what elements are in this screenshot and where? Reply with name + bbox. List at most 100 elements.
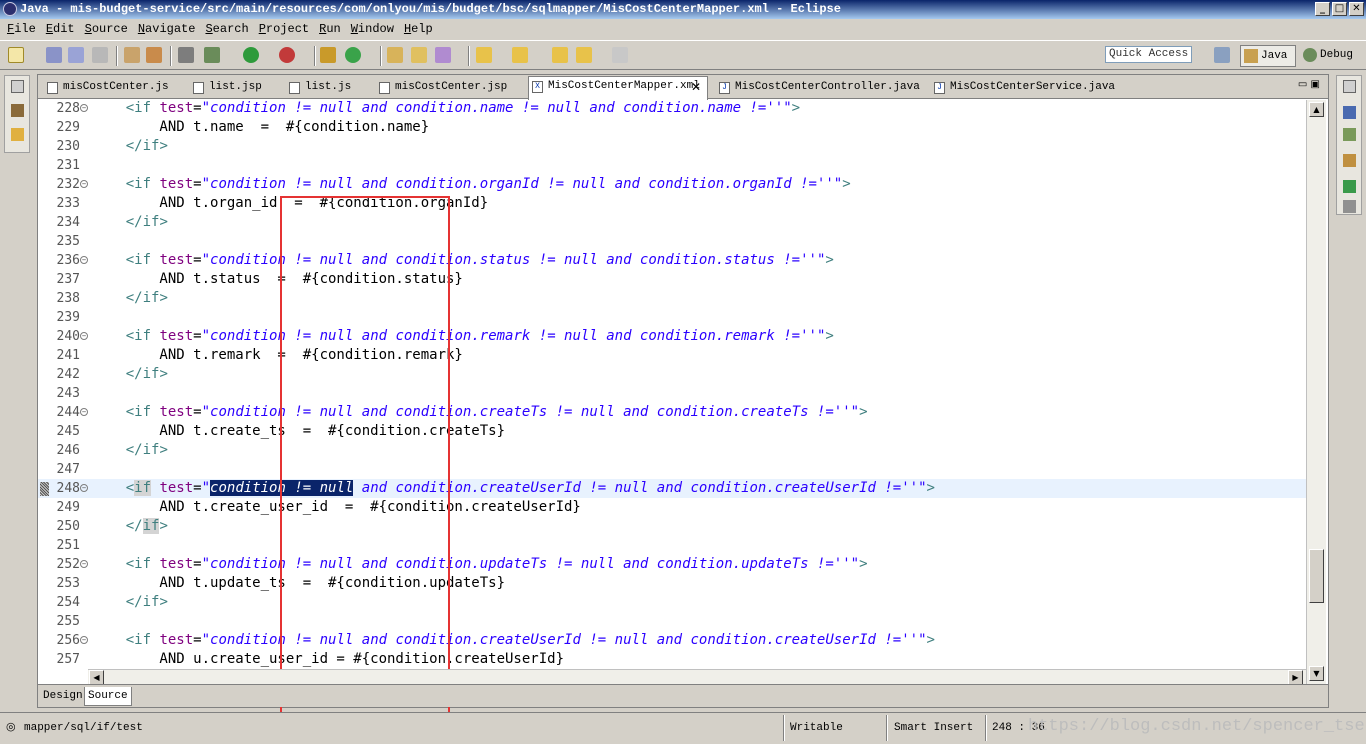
quick-access-input[interactable]: Quick Access xyxy=(1105,46,1192,63)
menu-navigate[interactable]: Navigate xyxy=(133,22,201,36)
settings-icon[interactable] xyxy=(1343,200,1356,213)
code-line[interactable]: 241 AND t.remark = #{condition.remark} xyxy=(38,346,1306,365)
restore-icon[interactable] xyxy=(11,80,24,93)
menu-search[interactable]: Search xyxy=(200,22,253,36)
next-annotation-icon[interactable] xyxy=(476,47,492,63)
scroll-thumb[interactable] xyxy=(1309,549,1324,603)
fold-toggle-icon[interactable]: − xyxy=(80,484,88,492)
code-line[interactable]: 248− <if test="condition != null and con… xyxy=(38,479,1306,498)
navigator-icon[interactable] xyxy=(11,128,24,141)
debug-perspective-button[interactable]: Debug xyxy=(1300,45,1360,67)
code-line[interactable]: 251 xyxy=(38,536,1306,555)
code-line[interactable]: 254 </if> xyxy=(38,593,1306,612)
code-line[interactable]: 253 AND t.update_ts = #{condition.update… xyxy=(38,574,1306,593)
code-line[interactable]: 236− <if test="condition != null and con… xyxy=(38,251,1306,270)
tab-miscostcentercontroller-java[interactable]: J MisCostCenterController.java xyxy=(716,78,920,99)
code-line[interactable]: 234 </if> xyxy=(38,213,1306,232)
scroll-right-icon[interactable]: ▶ xyxy=(1288,670,1303,685)
code-line[interactable]: 249 AND t.create_user_id = #{condition.c… xyxy=(38,498,1306,517)
save-all-icon[interactable] xyxy=(68,47,84,63)
code-line[interactable]: 231 xyxy=(38,156,1306,175)
run-icon[interactable] xyxy=(243,47,259,63)
tab-source[interactable]: Source xyxy=(84,687,132,706)
add-icon[interactable] xyxy=(1343,180,1356,193)
save-icon[interactable] xyxy=(46,47,62,63)
code-line[interactable]: 257 AND u.create_user_id = #{condition.c… xyxy=(38,650,1306,669)
debug-icon[interactable] xyxy=(204,47,220,63)
code-line[interactable]: 240− <if test="condition != null and con… xyxy=(38,327,1306,346)
fold-toggle-icon[interactable]: − xyxy=(80,104,88,112)
open-folder-icon[interactable] xyxy=(411,47,427,63)
code-line[interactable]: 246 </if> xyxy=(38,441,1306,460)
scroll-up-icon[interactable]: ▲ xyxy=(1309,102,1324,117)
code-line[interactable]: 237 AND t.status = #{condition.status} xyxy=(38,270,1306,289)
code-line[interactable]: 255 xyxy=(38,612,1306,631)
code-line[interactable]: 228− <if test="condition != null and con… xyxy=(38,100,1306,118)
code-line[interactable]: 243 xyxy=(38,384,1306,403)
menu-help[interactable]: Help xyxy=(399,22,438,36)
build-icon[interactable] xyxy=(124,47,140,63)
skip-breakpoints-icon[interactable] xyxy=(178,47,194,63)
fold-toggle-icon[interactable]: − xyxy=(80,560,88,568)
tab-miscostcenter-jsp[interactable]: misCostCenter.jsp xyxy=(376,78,516,99)
tab-miscostcenter-js[interactable]: misCostCenter.js xyxy=(44,78,184,99)
code-line[interactable]: 247 xyxy=(38,460,1306,479)
code-line[interactable]: 239 xyxy=(38,308,1306,327)
last-edit-location-icon[interactable] xyxy=(552,47,568,63)
close-button[interactable]: ✕ xyxy=(1349,2,1364,16)
fold-toggle-icon[interactable]: − xyxy=(80,180,88,188)
tab-design[interactable]: Design xyxy=(40,687,86,706)
code-line[interactable]: 242 </if> xyxy=(38,365,1306,384)
tab-list-jsp[interactable]: list.jsp xyxy=(190,78,278,99)
outline-icon[interactable] xyxy=(1343,106,1356,119)
code-line[interactable]: 244− <if test="condition != null and con… xyxy=(38,403,1306,422)
close-tab-icon[interactable]: ✕ xyxy=(691,79,701,98)
scroll-left-icon[interactable]: ◀ xyxy=(89,670,104,685)
new-icon[interactable] xyxy=(8,47,24,63)
forward-icon[interactable] xyxy=(612,47,628,63)
code-line[interactable]: 256− <if test="condition != null and con… xyxy=(38,631,1306,650)
previous-annotation-icon[interactable] xyxy=(512,47,528,63)
new-java-project-icon[interactable] xyxy=(320,47,336,63)
tab-list-js[interactable]: list.js xyxy=(286,78,368,99)
horizontal-scrollbar[interactable]: ◀ ▶ xyxy=(88,669,1306,685)
menu-source[interactable]: Source xyxy=(80,22,133,36)
code-editor[interactable]: 228− <if test="condition != null and con… xyxy=(38,100,1306,684)
menu-window[interactable]: Window xyxy=(346,22,399,36)
minimize-maximize-icon[interactable]: ▭ ▣ xyxy=(1298,79,1320,90)
code-line[interactable]: 230 </if> xyxy=(38,137,1306,156)
tab-miscostcenterservice-java[interactable]: J MisCostCenterService.java xyxy=(931,78,1121,99)
code-line[interactable]: 245 AND t.create_ts = #{condition.create… xyxy=(38,422,1306,441)
code-line[interactable]: 232− <if test="condition != null and con… xyxy=(38,175,1306,194)
menu-file[interactable]: File xyxy=(2,22,41,36)
tab-miscostcentermapper-xml[interactable]: X MisCostCenterMapper.xml ✕ xyxy=(528,76,708,100)
build-all-icon[interactable] xyxy=(146,47,162,63)
fold-toggle-icon[interactable]: − xyxy=(80,256,88,264)
fold-toggle-icon[interactable]: − xyxy=(80,636,88,644)
vertical-scrollbar[interactable]: ▲ ▼ xyxy=(1306,100,1326,684)
code-line[interactable]: 233 AND t.organ_id = #{condition.organId… xyxy=(38,194,1306,213)
scroll-down-icon[interactable]: ▼ xyxy=(1309,666,1324,681)
new-class-icon[interactable] xyxy=(345,47,361,63)
open-perspective-icon[interactable] xyxy=(1214,47,1230,63)
code-line[interactable]: 252− <if test="condition != null and con… xyxy=(38,555,1306,574)
external-tools-icon[interactable] xyxy=(279,47,295,63)
minimize-button[interactable]: _ xyxy=(1315,2,1330,16)
open-type-icon[interactable] xyxy=(387,47,403,63)
package-explorer-icon[interactable] xyxy=(11,104,24,117)
menu-edit[interactable]: Edit xyxy=(41,22,80,36)
print-icon[interactable] xyxy=(92,47,108,63)
menu-run[interactable]: Run xyxy=(314,22,346,36)
task-list-icon[interactable] xyxy=(1343,128,1356,141)
search-icon[interactable] xyxy=(435,47,451,63)
pen-icon[interactable] xyxy=(1343,154,1356,167)
fold-toggle-icon[interactable]: − xyxy=(80,408,88,416)
fold-toggle-icon[interactable]: − xyxy=(80,332,88,340)
java-perspective-button[interactable]: Java xyxy=(1240,45,1296,67)
maximize-button[interactable]: □ xyxy=(1332,2,1347,16)
code-line[interactable]: 238 </if> xyxy=(38,289,1306,308)
code-line[interactable]: 250 </if> xyxy=(38,517,1306,536)
code-line[interactable]: 235 xyxy=(38,232,1306,251)
code-line[interactable]: 229 AND t.name = #{condition.name} xyxy=(38,118,1306,137)
restore-icon[interactable] xyxy=(1343,80,1356,93)
